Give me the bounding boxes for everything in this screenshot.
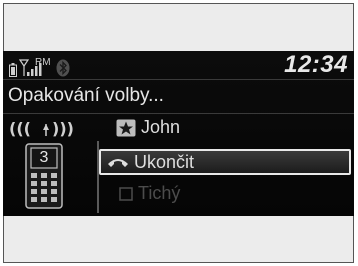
mute-icon bbox=[119, 186, 133, 201]
phone-icon: 3 bbox=[25, 143, 63, 209]
menu-item-label: John bbox=[141, 117, 181, 137]
menu-item-label: Ukončit bbox=[134, 151, 195, 172]
hangup-icon bbox=[108, 159, 128, 167]
star-contact-icon bbox=[116, 119, 136, 136]
svg-text:(((: ((( bbox=[9, 119, 31, 138]
screen-title: Opakování volby... bbox=[8, 85, 164, 106]
roaming-label: RM bbox=[35, 57, 51, 68]
line-number: 3 bbox=[39, 149, 49, 166]
status-icons: RM bbox=[9, 57, 70, 77]
clock: 12:34 bbox=[284, 51, 348, 78]
nav-screen: RM 12:34 Opakování volby... ((( ))) 3 Jo… bbox=[3, 51, 354, 216]
menu-item-ukoncit[interactable]: Ukončit bbox=[99, 149, 351, 175]
svg-text:))): ))) bbox=[52, 119, 74, 138]
menu-item-john[interactable]: John bbox=[116, 117, 180, 138]
menu-item-tichy[interactable]: Tichý bbox=[119, 183, 180, 204]
menu-item-label: Tichý bbox=[138, 183, 181, 203]
call-wave-icon: ((( ))) bbox=[9, 119, 74, 138]
title-divider bbox=[3, 113, 354, 114]
status-divider bbox=[3, 79, 354, 80]
bluetooth-icon bbox=[56, 59, 70, 77]
battery-icon bbox=[9, 63, 17, 77]
